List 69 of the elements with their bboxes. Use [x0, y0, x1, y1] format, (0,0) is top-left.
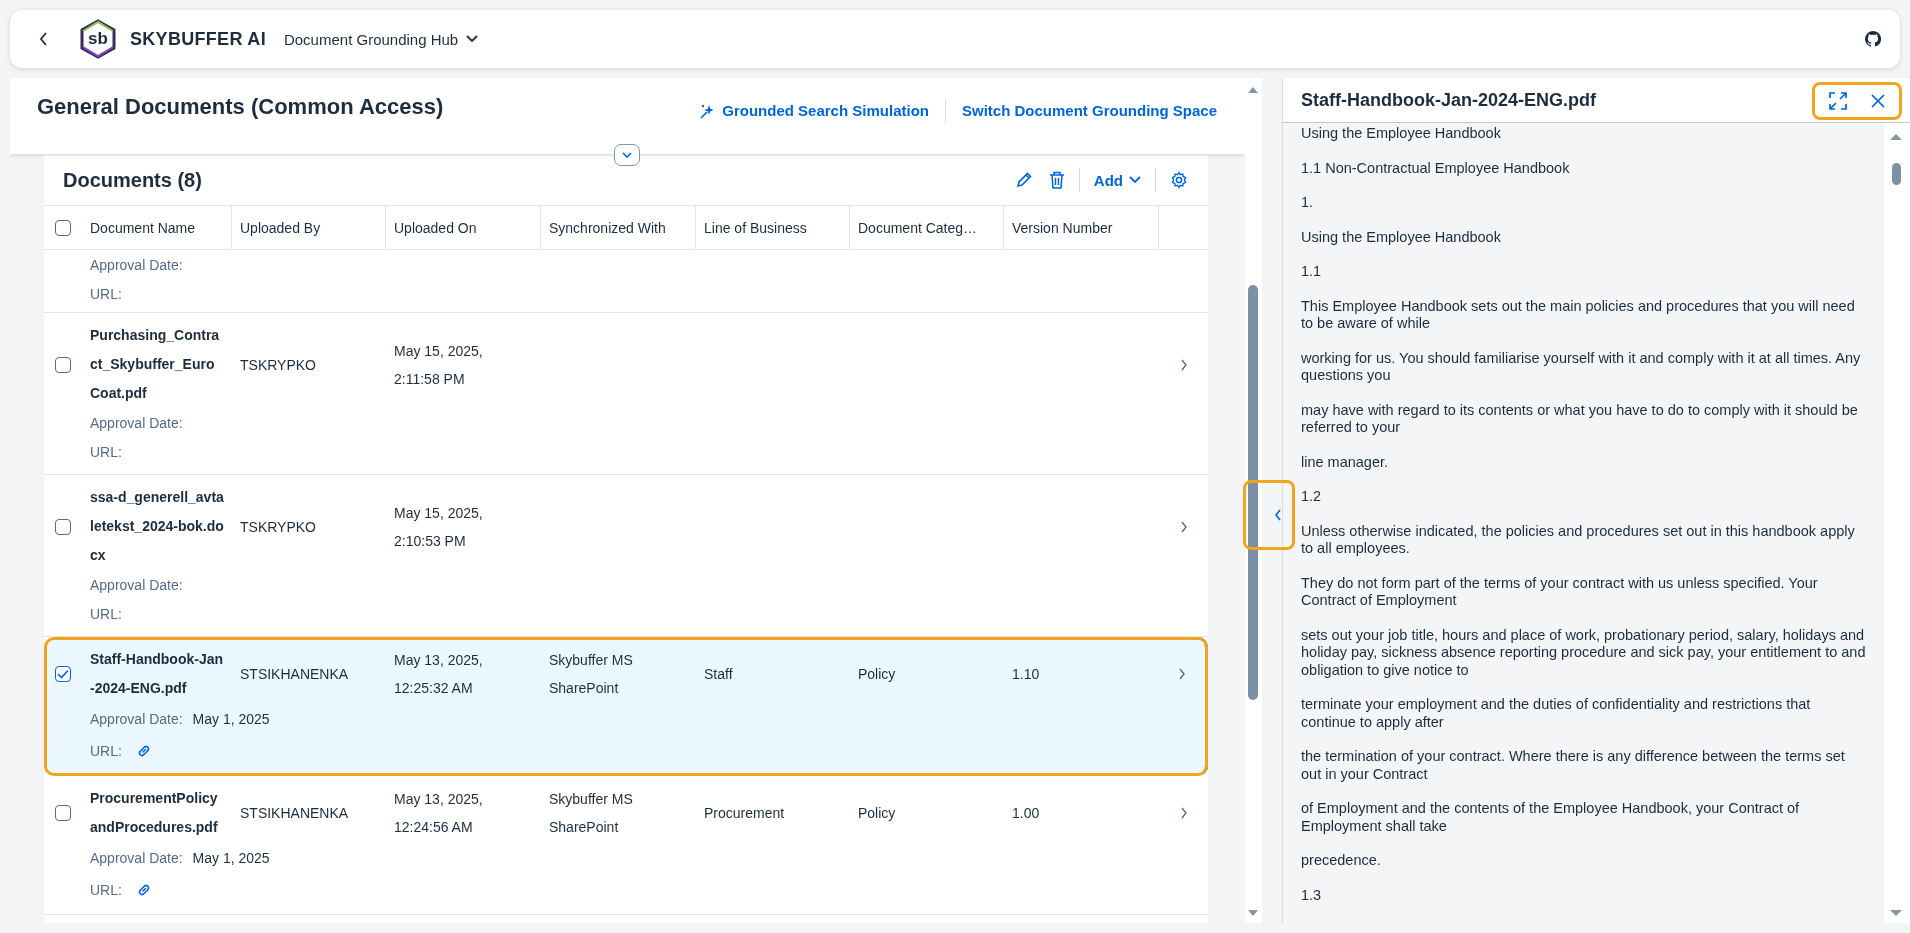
- field-label: URL:: [90, 882, 122, 898]
- document-paragraph: of Employment and the contents of the Employee Handbook, your Contract of Employment shall take: [1301, 800, 1801, 835]
- field-label: Approval Date:: [90, 256, 183, 273]
- document-paragraph: working for us. You should familiarise yourself with it and comply with it at all times. Any questions you: [1301, 349, 1862, 385]
- document-paragraph: precedence.: [1301, 852, 1382, 870]
- column-header[interactable]: Uploaded On: [386, 206, 541, 249]
- table-cell: Procurement: [704, 805, 785, 821]
- document-paragraph: 1.1: [1301, 263, 1323, 281]
- table-row[interactable]: Purchasing_Contract_Skybuffer_EuroCoat.pdf TSKRYPKO May 15, 2025, 2:11:58 PM Approval Date: URL:: [44, 313, 1208, 475]
- table-cell: 1.10: [1012, 666, 1040, 682]
- column-header[interactable]: Synchronized With: [541, 206, 696, 249]
- add-menu-button[interactable]: Add: [1085, 166, 1149, 194]
- field-label: Approval Date:: [90, 850, 183, 866]
- column-header[interactable]: Document Name: [82, 206, 232, 249]
- document-paragraph: This Employee Handbook sets out the main policies and procedures that you will need to be aware of while: [1301, 297, 1856, 333]
- table-cell: May 15, 2025, 2:10:53 PM: [394, 504, 483, 549]
- document-paragraph: 1.3: [1301, 886, 1323, 904]
- table-cell: Policy: [858, 805, 896, 821]
- table-cell: Policy: [858, 666, 896, 682]
- field-label: URL:: [90, 285, 122, 302]
- document-name: Staff-Handbook-Jan-2024-ENG.pdf: [89, 650, 224, 698]
- table-cell: Skybuffer MS SharePoint: [549, 791, 633, 835]
- table-cell: TSKRYPKO: [240, 518, 316, 535]
- document-name: ssa-d_generell_avtaletekst_2024-bok.docx: [89, 488, 225, 565]
- document-paragraph: sets out your job title, hours and place of work, probationary period, salary, holidays and holiday pay, sickness absence reporting procedure and sick pay, your entitlement to and obligation to give notice to: [1301, 626, 1866, 679]
- document-paragraph: terminate your employment and the duties of confidentiality and restrictions that continue to apply after: [1301, 696, 1812, 731]
- document-paragraph: 1.2: [1301, 488, 1323, 506]
- table-cell: Skybuffer MS SharePoint: [549, 652, 633, 696]
- table-cell: May 13, 2025, 12:24:56 AM: [394, 791, 483, 835]
- action-link[interactable]: Switch Document Grounding Space: [959, 98, 1219, 123]
- document-paragraph: Using the Employee Handbook: [1301, 228, 1502, 246]
- document-paragraph: Unless otherwise indicated, the policies and procedures set out in this handbook apply to all employees.: [1301, 522, 1856, 558]
- app-logo: sb: [78, 19, 118, 59]
- document-paragraph: the termination of your contract. Where there is any difference between the terms set out in your Contract: [1301, 748, 1846, 783]
- document-paragraph: Using the Employee Handbook: [1301, 125, 1502, 143]
- page-title: General Documents (Common Access): [37, 94, 445, 120]
- table-cell: TSKRYPKO: [240, 356, 316, 373]
- column-header[interactable]: Version Number: [1004, 206, 1159, 249]
- table-cell: 1.00: [1012, 805, 1040, 821]
- table-title: Documents (8): [63, 168, 203, 192]
- table-row[interactable]: ProcurementPolicyandProcedures.pdf STSIKHANENKA May 13, 2025, 12:24:56 AM Skybuffer MS SharePoint Procurement Policy 1.00 Approval Date: May 1, 2025 URL:: [44, 776, 1208, 915]
- table-cell: May 15, 2025, 2:11:58 PM: [394, 342, 483, 387]
- table-row[interactable]: Staff-Handbook-Jan-2024-ENG.pdf STSIKHANENKA May 13, 2025, 12:25:32 AM Skybuffer MS SharePoint Staff Policy 1.10 Approval Date: May 1, 2025 URL:: [44, 637, 1208, 776]
- approval-date: May 1, 2025: [192, 850, 270, 866]
- approval-date: May 1, 2025: [192, 711, 270, 727]
- document-paragraph: They do not form part of the terms of your contract with us unless specified. Your Contract of Employment: [1301, 574, 1819, 610]
- field-label: Approval Date:: [90, 711, 183, 727]
- document-paragraph: 1.: [1301, 194, 1315, 212]
- document-name: ProcurementPolicyandProcedures.pdf: [89, 789, 219, 837]
- table-cell: STSIKHANENKA: [240, 666, 349, 682]
- app-title-menu[interactable]: Document Grounding Hub: [279, 26, 483, 52]
- document-paragraph: line manager.: [1301, 453, 1390, 471]
- field-label: Approval Date:: [90, 576, 183, 593]
- field-label: URL:: [90, 443, 122, 460]
- document-paragraph: 1.1 Non-Contractual Employee Handbook: [1301, 159, 1571, 177]
- column-header[interactable]: Line of Business: [696, 206, 850, 249]
- field-label: URL:: [90, 743, 122, 759]
- field-label: Approval Date:: [90, 414, 183, 431]
- column-header[interactable]: Uploaded By: [232, 206, 386, 249]
- brand-name: SKYBUFFER AI: [130, 28, 266, 50]
- field-label: URL:: [90, 605, 122, 622]
- document-name: Purchasing_Contract_Skybuffer_EuroCoat.pdf: [89, 326, 221, 403]
- document-paragraph: may have with regard to its contents or what you have to do to comply with it should be referred to your: [1301, 401, 1859, 437]
- table-cell: Staff: [704, 666, 733, 682]
- table-cell: May 13, 2025, 12:25:32 AM: [394, 652, 483, 696]
- document-title: Staff-Handbook-Jan-2024-ENG.pdf: [1301, 89, 1598, 111]
- column-header[interactable]: Document Categ…: [850, 206, 1004, 249]
- action-link[interactable]: Grounded Search Simulation: [698, 98, 931, 123]
- table-cell: STSIKHANENKA: [240, 805, 349, 821]
